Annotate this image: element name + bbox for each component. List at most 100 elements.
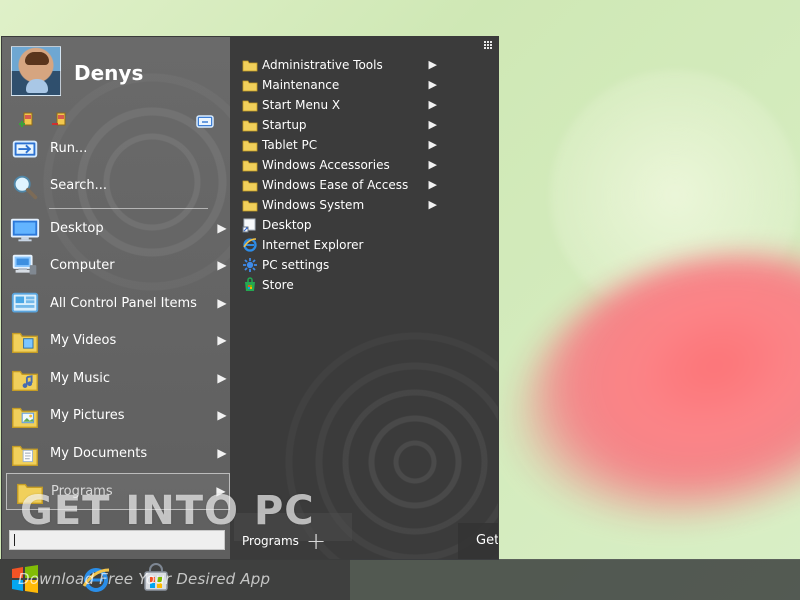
pictures-label: My Pictures: [50, 408, 125, 423]
control-panel-icon: [9, 289, 41, 321]
chevron-right-icon: ▶: [217, 258, 227, 272]
program-item[interactable]: Tablet PC ▶: [242, 136, 482, 156]
logout-icon[interactable]: [50, 111, 70, 131]
computer-icon: [9, 251, 41, 283]
search-item[interactable]: Search...: [2, 168, 230, 205]
folder-icon: [242, 100, 258, 112]
desktop-item[interactable]: Desktop ▶: [2, 211, 230, 248]
program-label: Store: [262, 278, 294, 292]
chevron-right-icon: ▶: [428, 178, 437, 191]
menu-grip-icon[interactable]: [484, 41, 492, 49]
settings-icon: [243, 258, 257, 272]
videos-label: My Videos: [50, 333, 117, 348]
chevron-right-icon: ▶: [428, 198, 437, 211]
program-item[interactable]: Startup ▶: [242, 116, 482, 136]
chevron-right-icon: ▶: [428, 78, 437, 91]
add-tab-icon[interactable]: +: [306, 527, 326, 555]
program-label: Startup: [262, 118, 307, 132]
store-taskbar-button[interactable]: [139, 563, 173, 597]
program-label: Maintenance: [262, 78, 340, 92]
videos-folder-icon: [9, 326, 41, 358]
program-item[interactable]: Administrative Tools ▶: [242, 56, 482, 76]
control-panel-label: All Control Panel Items: [50, 296, 197, 311]
program-label: Internet Explorer: [262, 238, 364, 252]
desktop-icon: [9, 214, 41, 246]
chevron-right-icon: ▶: [216, 484, 226, 498]
program-label: Start Menu X: [262, 98, 341, 112]
videos-item[interactable]: My Videos ▶: [2, 323, 230, 360]
chevron-right-icon: ▶: [428, 158, 437, 171]
folder-icon: [242, 200, 258, 212]
shortcut-icon: [242, 218, 256, 233]
chevron-right-icon: ▶: [217, 333, 227, 347]
start-button[interactable]: [8, 563, 42, 597]
documents-item[interactable]: My Documents ▶: [2, 436, 230, 473]
chevron-right-icon: ▶: [217, 446, 227, 460]
program-label: Desktop: [262, 218, 312, 232]
folder-icon: [242, 120, 258, 132]
computer-label: Computer: [50, 258, 115, 273]
chevron-right-icon: ▶: [217, 371, 227, 385]
program-item[interactable]: Store: [242, 276, 482, 296]
documents-folder-icon: [9, 439, 41, 471]
program-item[interactable]: Desktop: [242, 216, 482, 236]
folder-icon: [242, 160, 258, 172]
user-avatar[interactable]: [11, 46, 61, 96]
user-block: Denys: [11, 46, 216, 136]
program-label: PC settings: [262, 258, 330, 272]
control-panel-item[interactable]: All Control Panel Items ▶: [2, 286, 230, 323]
desktop-label: Desktop: [50, 221, 104, 236]
window-switcher-icon[interactable]: [193, 112, 214, 132]
chevron-right-icon: ▶: [428, 138, 437, 151]
programs-tab[interactable]: Programs: [242, 534, 299, 548]
program-item[interactable]: Internet Explorer: [242, 236, 482, 256]
program-label: Tablet PC: [262, 138, 318, 152]
program-item[interactable]: Windows System ▶: [242, 196, 482, 216]
run-item[interactable]: Run...: [2, 131, 230, 168]
start-search-input[interactable]: [9, 530, 225, 550]
program-item[interactable]: Windows Ease of Access ▶: [242, 176, 482, 196]
music-label: My Music: [50, 371, 111, 386]
program-label: Windows Accessories: [262, 158, 390, 172]
start-menu: Denys Run... Search... Desktop ▶ Compute…: [2, 37, 498, 559]
documents-label: My Documents: [50, 446, 148, 461]
search-label: Search...: [50, 178, 108, 193]
programs-label: Programs: [51, 484, 113, 499]
programs-folder-icon: [14, 477, 46, 509]
run-icon: [9, 134, 41, 166]
computer-item[interactable]: Computer ▶: [2, 248, 230, 285]
program-item[interactable]: Windows Accessories ▶: [242, 156, 482, 176]
get-pro-button[interactable]: Get PRO: [476, 533, 498, 548]
internet-explorer-taskbar-button[interactable]: [79, 563, 113, 597]
folder-icon: [242, 80, 258, 92]
chevron-right-icon: ▶: [428, 118, 437, 131]
taskbar: [0, 559, 800, 600]
wallpaper-light: [550, 70, 800, 320]
add-user-icon[interactable]: [17, 111, 37, 131]
store-icon: [245, 277, 255, 291]
chevron-right-icon: ▶: [217, 296, 227, 310]
program-item[interactable]: Start Menu X ▶: [242, 96, 482, 116]
program-item[interactable]: Maintenance ▶: [242, 76, 482, 96]
internet-explorer-icon: [243, 238, 257, 252]
chevron-right-icon: ▶: [428, 98, 437, 111]
chevron-right-icon: ▶: [428, 58, 437, 71]
music-item[interactable]: My Music ▶: [2, 361, 230, 398]
pictures-item[interactable]: My Pictures ▶: [2, 398, 230, 435]
program-label: Windows Ease of Access: [262, 178, 409, 192]
user-name: Denys: [74, 61, 144, 85]
start-menu-right-pane: Administrative Tools ▶ Maintenance ▶ Sta…: [230, 37, 498, 559]
folder-icon: [242, 60, 258, 72]
program-item[interactable]: PC settings: [242, 256, 482, 276]
windows-logo-icon: [12, 565, 38, 593]
left-pane-separator: [49, 208, 208, 209]
taskbar-start-area: [0, 559, 350, 600]
program-label: Administrative Tools: [262, 58, 383, 72]
pictures-folder-icon: [9, 401, 41, 433]
programs-list: Administrative Tools ▶ Maintenance ▶ Sta…: [242, 56, 486, 316]
internet-explorer-icon: [82, 568, 110, 592]
search-icon: [9, 171, 41, 203]
program-label: Windows System: [262, 198, 365, 212]
chevron-right-icon: ▶: [217, 221, 227, 235]
programs-item[interactable]: Programs ▶: [6, 473, 230, 510]
